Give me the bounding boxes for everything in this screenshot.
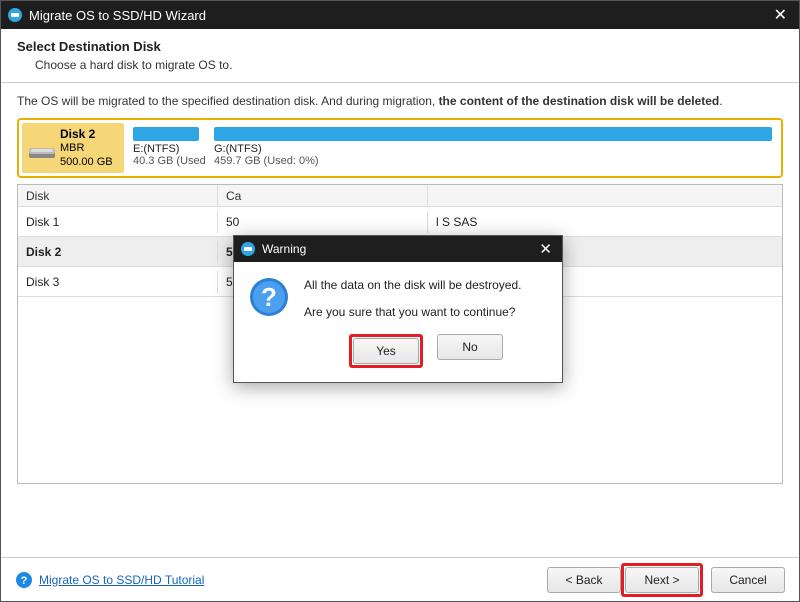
disk-size: 500.00 GB	[60, 156, 113, 170]
partition-e[interactable]: E:(NTFS) 40.3 GB (Used	[127, 123, 205, 174]
disk-scheme: MBR	[60, 142, 113, 156]
col-header-disk[interactable]: Disk	[18, 185, 218, 207]
notice-prefix: The OS will be migrated to the specified…	[17, 94, 439, 108]
dialog-title: Warning	[262, 242, 535, 256]
dialog-line1: All the data on the disk will be destroy…	[304, 276, 521, 295]
dialog-close-icon[interactable]: ✕	[535, 240, 556, 258]
selected-disk-panel[interactable]: Disk 2 MBR 500.00 GB E:(NTFS) 40.3 GB (U…	[17, 118, 783, 179]
cancel-button[interactable]: Cancel	[711, 567, 785, 593]
app-icon	[7, 7, 23, 23]
yes-highlight: Yes	[349, 334, 423, 368]
tutorial-link-area: ? Migrate OS to SSD/HD Tutorial	[15, 571, 204, 589]
page-title: Select Destination Disk	[17, 39, 783, 54]
back-button[interactable]: < Back	[547, 567, 621, 593]
no-button[interactable]: No	[437, 334, 503, 360]
dialog-titlebar: Warning ✕	[234, 236, 562, 262]
disk-name: Disk 2	[60, 127, 113, 142]
svg-text:?: ?	[21, 575, 28, 587]
warning-dialog: Warning ✕ ? All the data on the disk wil…	[233, 235, 563, 383]
disk-info-block: Disk 2 MBR 500.00 GB	[22, 123, 124, 174]
dialog-text: All the data on the disk will be destroy…	[304, 276, 521, 322]
next-button[interactable]: Next >	[625, 567, 699, 593]
next-highlight: Next >	[621, 563, 703, 597]
disk-drive-icon	[28, 145, 56, 161]
svg-text:?: ?	[261, 282, 277, 312]
dialog-line2: Are you sure that you want to continue?	[304, 303, 521, 322]
col-header-capacity[interactable]: Ca	[218, 185, 428, 207]
partition-e-sub: 40.3 GB (Used	[133, 155, 199, 167]
wizard-header: Select Destination Disk Choose a hard di…	[1, 29, 799, 83]
close-icon[interactable]: ✕	[768, 5, 793, 25]
row-disk: Disk 2	[18, 241, 218, 263]
dialog-app-icon	[240, 241, 256, 257]
window-title: Migrate OS to SSD/HD Wizard	[29, 8, 768, 23]
row-disk: Disk 3	[18, 271, 218, 293]
row-cap: 50	[218, 211, 428, 233]
table-row[interactable]: Disk 1 50 l S SAS	[18, 207, 782, 237]
tutorial-link[interactable]: Migrate OS to SSD/HD Tutorial	[39, 573, 204, 587]
window-titlebar: Migrate OS to SSD/HD Wizard ✕	[1, 1, 799, 29]
page-subtitle: Choose a hard disk to migrate OS to.	[35, 58, 783, 72]
question-icon: ?	[248, 276, 290, 318]
notice-bold: the content of the destination disk will…	[439, 94, 720, 108]
partition-e-label: E:(NTFS)	[133, 143, 199, 156]
table-header: Disk Ca	[18, 185, 782, 207]
help-icon[interactable]: ?	[15, 571, 33, 589]
partition-g[interactable]: G:(NTFS) 459.7 GB (Used: 0%)	[208, 123, 778, 174]
migration-notice: The OS will be migrated to the specified…	[17, 93, 783, 110]
row-disk: Disk 1	[18, 211, 218, 233]
row-type: l S SAS	[428, 211, 782, 233]
notice-suffix: .	[719, 94, 722, 108]
partition-g-label: G:(NTFS)	[214, 143, 772, 156]
wizard-footer: ? Migrate OS to SSD/HD Tutorial < Back N…	[1, 557, 799, 601]
yes-button[interactable]: Yes	[353, 338, 419, 364]
partition-g-sub: 459.7 GB (Used: 0%)	[214, 155, 772, 167]
col-header-type[interactable]	[428, 192, 782, 200]
